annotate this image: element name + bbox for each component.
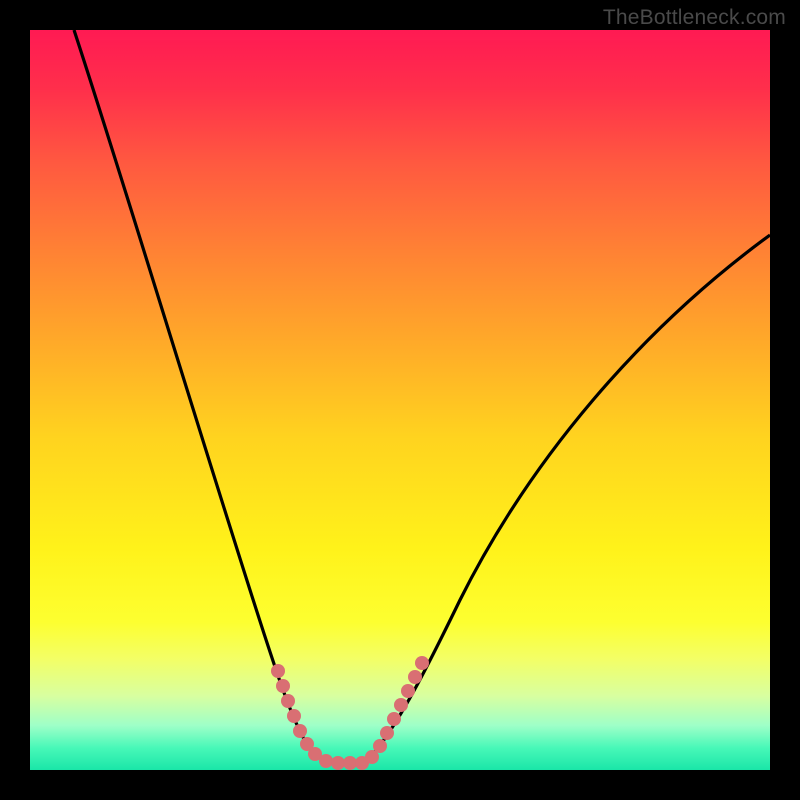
bottleneck-curve [74, 30, 770, 763]
curve-layer [30, 30, 770, 770]
left-dots [271, 664, 333, 768]
right-dots [365, 656, 429, 764]
chart-frame: TheBottleneck.com [0, 0, 800, 800]
watermark-text: TheBottleneck.com [603, 6, 786, 30]
plot-area [30, 30, 770, 770]
bottom-dots [331, 756, 369, 770]
